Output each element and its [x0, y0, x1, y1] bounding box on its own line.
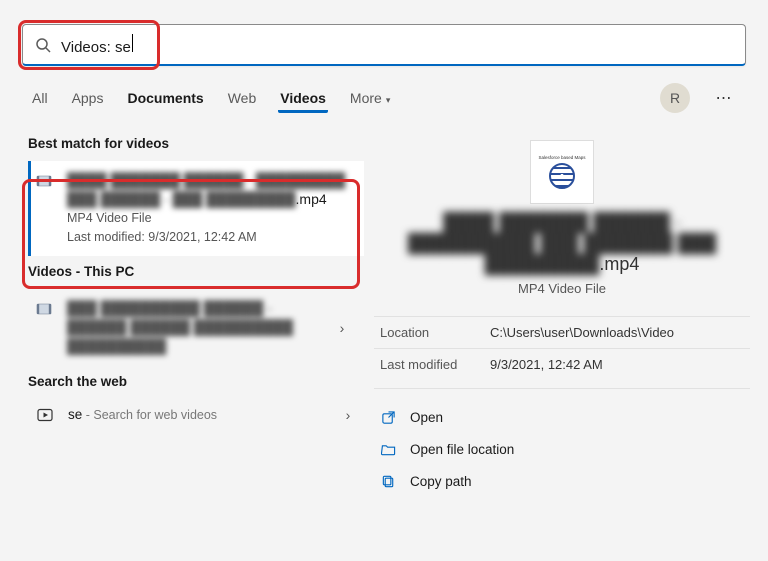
section-best-match: Best match for videos	[28, 136, 364, 151]
web-search-query: se	[68, 407, 82, 422]
tab-more-label: More	[350, 90, 382, 106]
detail-thumb-caption: Salesforce based Maps	[538, 155, 585, 160]
tab-apps[interactable]: Apps	[70, 84, 106, 112]
detail-title: ████ ███████ ██████ - ██████████ ███ ███…	[394, 212, 730, 275]
chevron-right-icon[interactable]: ›	[336, 407, 360, 423]
chevron-down-icon: ▾	[386, 95, 391, 105]
action-copy-path[interactable]: Copy path	[374, 465, 750, 497]
section-videos-pc: Videos - This PC	[28, 264, 364, 279]
tab-documents[interactable]: Documents	[125, 84, 205, 112]
best-match-result[interactable]: ████ ███████ ██████ - █████████ ███ ████…	[28, 161, 364, 256]
tab-videos[interactable]: Videos	[278, 84, 328, 113]
video-file-icon	[31, 171, 57, 246]
videos-pc-title-blurred: ███ ██████████ ██████ - ██████ ██████ ██…	[67, 299, 330, 356]
user-initial: R	[670, 90, 680, 106]
action-open-location[interactable]: Open file location	[374, 433, 750, 465]
filter-tab-row: All Apps Documents Web Videos More ▾ R ⋯	[0, 68, 768, 118]
tab-more[interactable]: More ▾	[348, 84, 392, 112]
detail-ext: .mp4	[599, 254, 639, 274]
chevron-right-icon[interactable]: ›	[330, 299, 354, 356]
action-open-location-label: Open file location	[410, 442, 514, 457]
tab-all[interactable]: All	[30, 84, 50, 112]
action-open[interactable]: Open	[374, 401, 750, 433]
user-avatar[interactable]: R	[660, 83, 690, 113]
action-open-label: Open	[410, 410, 443, 425]
open-icon	[380, 409, 396, 425]
video-file-icon	[31, 299, 57, 356]
detail-modified-value: 9/3/2021, 12:42 AM	[490, 357, 744, 372]
search-icon	[35, 37, 51, 53]
copy-icon	[380, 473, 396, 489]
text-caret	[132, 34, 133, 52]
detail-location-value: C:\Users\user\Downloads\Video	[490, 325, 744, 340]
web-search-result[interactable]: se - Search for web videos ›	[28, 399, 364, 431]
best-match-type: MP4 Video File	[67, 209, 354, 228]
action-copy-path-label: Copy path	[410, 474, 472, 489]
detail-modified-label: Last modified	[380, 357, 490, 372]
folder-icon	[380, 441, 396, 457]
best-match-modified: Last modified: 9/3/2021, 12:42 AM	[67, 228, 354, 247]
detail-title-blurred: ████ ███████ ██████ - ██████████ ███ ███…	[408, 212, 716, 274]
section-search-web: Search the web	[28, 374, 364, 389]
search-input[interactable]: Videos: se	[61, 34, 733, 56]
videos-pc-result[interactable]: ███ ██████████ ██████ - ██████ ██████ ██…	[28, 289, 364, 366]
web-search-hint: - Search for web videos	[82, 408, 217, 422]
more-options-button[interactable]: ⋯	[710, 88, 738, 108]
search-query: se	[115, 39, 131, 56]
detail-thumbnail: Salesforce based Maps	[530, 140, 594, 204]
detail-location-label: Location	[380, 325, 490, 340]
web-video-icon	[32, 407, 58, 423]
detail-location-row: Location C:\Users\user\Downloads\Video	[374, 316, 750, 348]
globe-icon	[549, 163, 575, 189]
tab-web[interactable]: Web	[226, 84, 259, 112]
detail-file-type: MP4 Video File	[394, 281, 730, 296]
search-prefix: Videos:	[61, 39, 115, 56]
detail-modified-row: Last modified 9/3/2021, 12:42 AM	[374, 348, 750, 380]
search-bar[interactable]: Videos: se	[22, 24, 746, 66]
best-match-ext: .mp4	[296, 191, 327, 207]
